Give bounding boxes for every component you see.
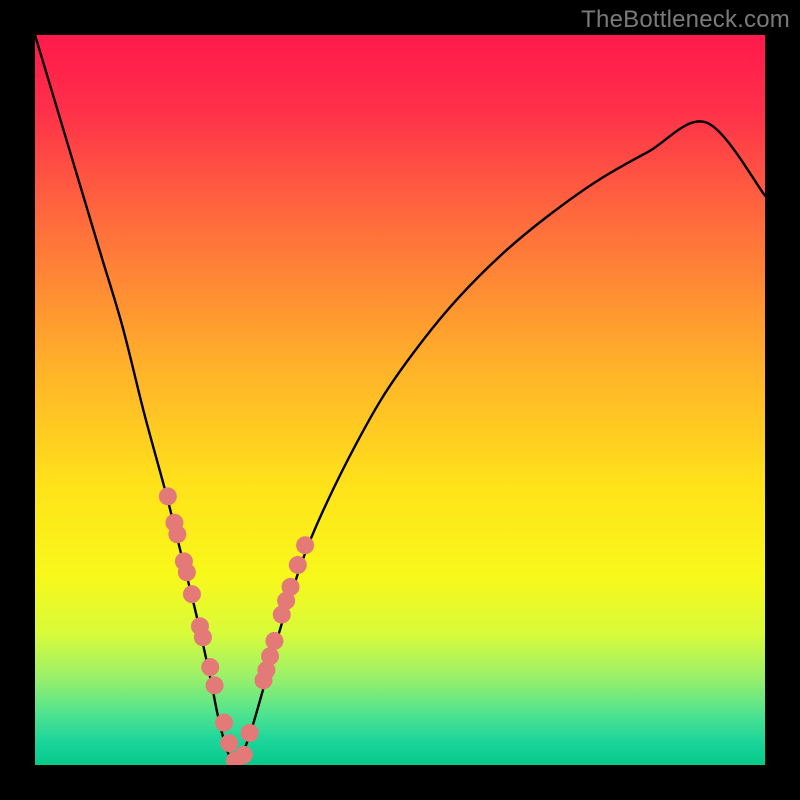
marker-point bbox=[282, 578, 300, 596]
watermark-text: TheBottleneck.com bbox=[581, 6, 790, 34]
curve-markers bbox=[159, 487, 314, 765]
marker-point bbox=[183, 585, 201, 603]
marker-point bbox=[178, 563, 196, 581]
marker-point bbox=[168, 525, 186, 543]
marker-point bbox=[220, 734, 238, 752]
chart-svg bbox=[35, 35, 765, 765]
marker-point bbox=[296, 536, 314, 554]
marker-point bbox=[194, 628, 212, 646]
marker-point bbox=[201, 658, 219, 676]
marker-point bbox=[241, 724, 259, 742]
bottleneck-curve bbox=[35, 35, 765, 764]
marker-point bbox=[159, 487, 177, 505]
marker-point bbox=[289, 556, 307, 574]
plot-area bbox=[35, 35, 765, 765]
marker-point bbox=[261, 647, 279, 665]
marker-point bbox=[235, 746, 253, 764]
marker-point bbox=[206, 676, 224, 694]
outer-frame: TheBottleneck.com bbox=[0, 0, 800, 800]
marker-point bbox=[215, 714, 233, 732]
marker-point bbox=[265, 632, 283, 650]
